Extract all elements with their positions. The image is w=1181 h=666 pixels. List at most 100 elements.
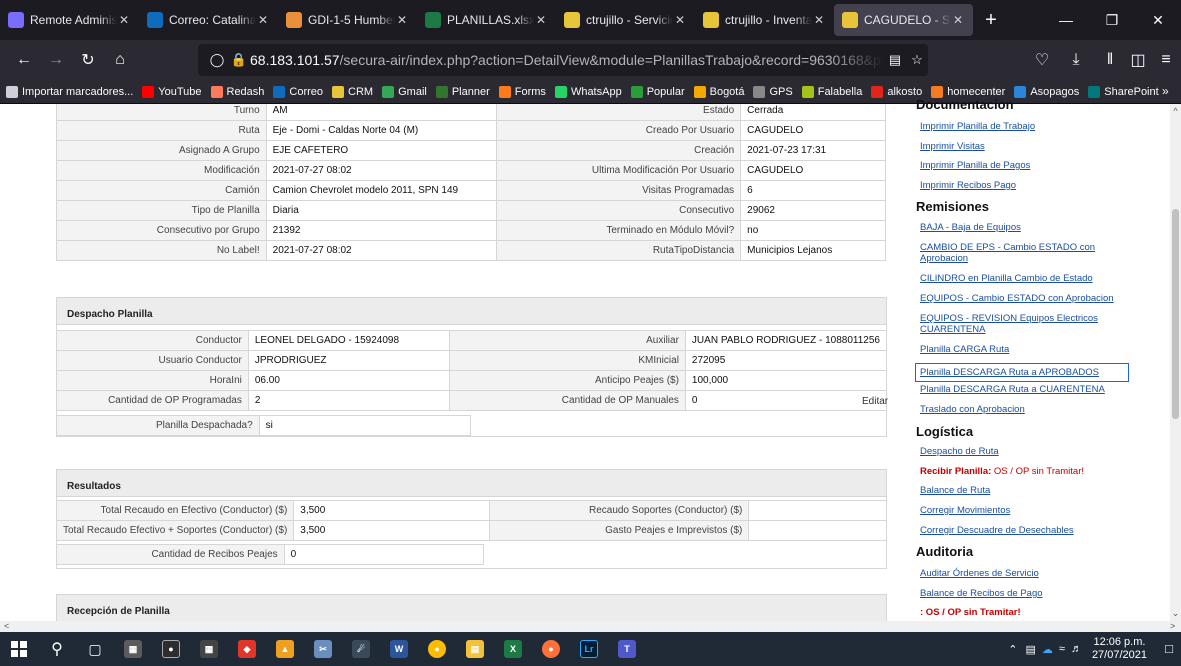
lock-icon[interactable]: 🔒 (228, 52, 250, 68)
chrome-icon[interactable]: ● (418, 632, 456, 666)
sidebar-link[interactable]: Corregir Movimientos (920, 505, 1010, 516)
wifi-icon[interactable]: ≈ (1059, 643, 1065, 655)
bookmark-item[interactable]: Redash (210, 85, 264, 98)
snipping-tool-icon[interactable]: ✂ (304, 632, 342, 666)
excel-icon[interactable]: X (494, 632, 532, 666)
sidebar-link[interactable]: CILINDRO en Planilla Cambio de Estado (920, 273, 1125, 284)
sidebar-link[interactable]: Balance de Ruta (920, 485, 990, 496)
more-bookmarks-icon[interactable]: » (1162, 84, 1169, 98)
lightroom-icon[interactable]: Lr (570, 632, 608, 666)
reader-view-icon[interactable]: ▤ (884, 52, 906, 68)
browser-tab[interactable]: Remote Administrat✕ (0, 0, 139, 40)
calculator-icon[interactable]: ▦ (114, 632, 152, 666)
horizontal-scrollbar[interactable]: < > (0, 621, 1181, 632)
bookmark-item[interactable]: Asopagos (1014, 85, 1079, 98)
bookmark-item[interactable]: Correo (273, 85, 323, 98)
bookmark-item[interactable]: Forms (498, 85, 546, 98)
teams-icon[interactable]: T (608, 632, 646, 666)
close-tab-icon[interactable]: ✕ (256, 13, 270, 27)
sidebar-link[interactable]: Traslado con Aprobacion (920, 404, 1125, 415)
sidebar-link[interactable]: EQUIPOS - REVISION Equipos Electricos CU… (920, 313, 1125, 335)
bookmark-item[interactable]: CRM (332, 85, 373, 98)
bookmark-item[interactable]: Planner (435, 85, 490, 98)
bookmark-star-icon[interactable]: ☆ (906, 52, 928, 68)
onedrive-icon[interactable]: ☁ (1042, 643, 1053, 656)
close-tab-icon[interactable]: ✕ (534, 13, 548, 27)
calendar-icon[interactable]: ▦ (190, 632, 228, 666)
notifications-icon[interactable]: □ (1165, 641, 1173, 656)
menu-icon[interactable]: ≡ (1150, 44, 1181, 76)
bookmark-item[interactable]: Gmail (382, 85, 427, 98)
sidebar-link[interactable]: Planilla DESCARGA Ruta a CUARENTENA (920, 384, 1125, 395)
sidebar-link[interactable]: Corregir Descuadre de Desechables (920, 525, 1074, 536)
forward-arrow-icon[interactable]: → (40, 44, 72, 76)
recibir-planilla-link[interactable]: Recibir Planilla: OS / OP sin Tramitar! (920, 466, 1084, 477)
downloads-icon[interactable]: ⤓ (1060, 44, 1092, 76)
browser-tab[interactable]: PLANILLAS.xlsx ✕ (417, 0, 556, 40)
browser-tab[interactable]: ctrujillo - Inventario✕ (695, 0, 834, 40)
close-tab-icon[interactable]: ✕ (673, 13, 687, 27)
bookmark-item[interactable]: YouTube (142, 85, 202, 98)
windows-start-icon[interactable] (0, 632, 38, 666)
sidebar-link[interactable]: Imprimir Planilla de Pagos (920, 160, 1030, 171)
sidebar-link[interactable]: EQUIPOS - Cambio ESTADO con Aprobacion (920, 293, 1125, 304)
shield-icon[interactable]: ◯ (206, 52, 228, 68)
sidebar-link[interactable]: Despacho de Ruta (920, 446, 999, 457)
sidebar-link[interactable]: Planilla CARGA Ruta (920, 344, 1125, 355)
bookmark-item[interactable]: Falabella (801, 85, 862, 98)
chevron-up-icon[interactable]: ⌃ (1008, 643, 1017, 656)
satellite-icon[interactable]: ☄ (342, 632, 380, 666)
bookmark-item[interactable]: GPS (753, 85, 793, 98)
scroll-down-arrow-icon[interactable]: ⌄ (1170, 608, 1181, 619)
volume-icon[interactable]: ♬ (1071, 643, 1082, 655)
search-icon[interactable]: ⚲ (38, 632, 76, 666)
close-tab-icon[interactable]: ✕ (812, 13, 826, 27)
browser-tab[interactable]: ctrujillo - Servicio a✕ (556, 0, 695, 40)
sidebar-link[interactable]: Balance de Recibos de Pago (920, 588, 1043, 599)
bookmark-item[interactable]: SharePoint (1088, 85, 1159, 98)
close-tab-icon[interactable]: ✕ (117, 13, 131, 27)
sidebar-link[interactable]: Imprimir Planilla de Trabajo (920, 121, 1035, 132)
firefox-icon[interactable]: ● (532, 632, 570, 666)
pocket-icon[interactable]: ♡ (1026, 44, 1058, 76)
sidebar-link[interactable]: Imprimir Recibos Pago (920, 180, 1016, 191)
reload-icon[interactable]: ↻ (72, 44, 104, 76)
bookmark-item[interactable]: alkosto (871, 85, 922, 98)
bookmark-item[interactable]: WhatsApp (554, 85, 622, 98)
sidebar-link[interactable]: Auditar Órdenes de Servicio (920, 568, 1039, 579)
close-window-button[interactable]: ✕ (1135, 0, 1181, 40)
scroll-up-arrow-icon[interactable]: ^ (1170, 106, 1181, 116)
browser-tab[interactable]: Correo: Catalina Tru✕ (139, 0, 278, 40)
file-explorer-icon[interactable]: ▤ (456, 632, 494, 666)
task-view-icon[interactable]: ▢ (76, 632, 114, 666)
camera-icon[interactable]: ● (152, 632, 190, 666)
system-clock[interactable]: 12:06 p.m. 27/07/2021 (1092, 636, 1147, 662)
anydesk-icon[interactable]: ◆ (228, 632, 266, 666)
new-tab-button[interactable]: + (973, 9, 1009, 32)
word-icon[interactable]: W (380, 632, 418, 666)
network-icon[interactable]: ▤ (1025, 643, 1035, 656)
maximize-window-button[interactable]: ❐ (1089, 0, 1135, 40)
bookmark-item[interactable]: Popular (630, 85, 685, 98)
sidebar-link[interactable]: Imprimir Visitas (920, 141, 985, 152)
app-icon[interactable]: ▲ (266, 632, 304, 666)
address-bar[interactable]: ◯ 🔒 68.183.101.57 /secura-air/index.php?… (198, 44, 928, 76)
editar-link[interactable]: Editar (862, 396, 888, 407)
vertical-scrollbar[interactable]: ^ ⌄ (1170, 104, 1181, 621)
close-tab-icon[interactable]: ✕ (395, 13, 409, 27)
close-tab-icon[interactable]: ✕ (951, 13, 965, 27)
auditoria-os-op-link[interactable]: : OS / OP sin Tramitar! (920, 607, 1021, 618)
sidebar-link[interactable]: Planilla DESCARGA Ruta a APROBADOS (915, 363, 1129, 382)
sidebar-link[interactable]: BAJA - Baja de Equipos (920, 222, 1125, 233)
minimize-window-button[interactable]: — (1043, 0, 1089, 40)
bookmark-item[interactable]: Importar marcadores... (6, 85, 133, 98)
bookmark-item[interactable]: homecenter (931, 85, 1005, 98)
browser-tab[interactable]: CAGUDELO - Servici✕ (834, 4, 973, 36)
bookmark-item[interactable]: Bogotá (693, 85, 744, 98)
browser-tab[interactable]: GDI-1-5 Humberto✕ (278, 0, 417, 40)
sidebar-link[interactable]: CAMBIO DE EPS - Cambio ESTADO con Aproba… (920, 242, 1125, 264)
back-arrow-icon[interactable]: ← (8, 44, 40, 76)
scroll-right-arrow-icon[interactable]: > (1170, 621, 1175, 631)
home-icon[interactable]: ⌂ (104, 44, 136, 76)
scroll-left-arrow-icon[interactable]: < (4, 621, 9, 631)
